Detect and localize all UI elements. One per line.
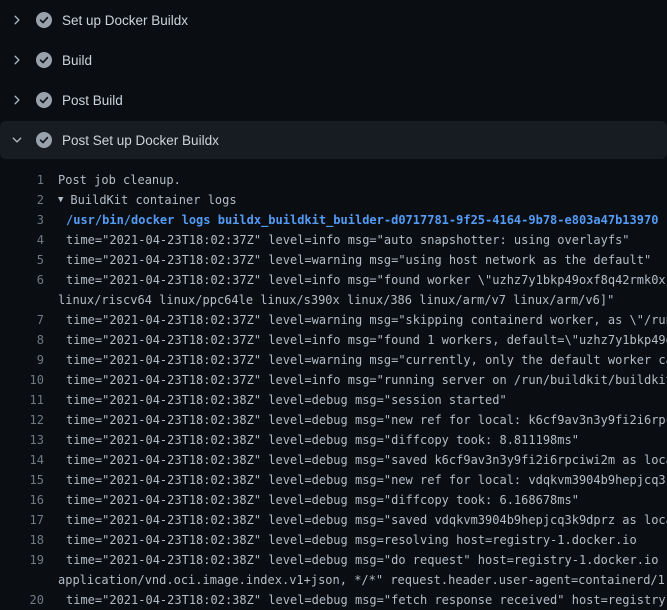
log-line: 7 time="2021-04-23T18:02:37Z" level=warn…	[0, 310, 667, 330]
log-line-text: time="2021-04-23T18:02:38Z" level=debug …	[66, 490, 579, 510]
log-line-number[interactable]: 3	[0, 210, 44, 230]
log-line-number[interactable]: 13	[0, 430, 44, 450]
log-line-text: time="2021-04-23T18:02:38Z" level=debug …	[66, 470, 667, 490]
log-line-text: time="2021-04-23T18:02:37Z" level=info m…	[66, 270, 667, 290]
job-steps-list: Set up Docker Buildx Build Post Build Po…	[0, 0, 667, 159]
log-line: 19 time="2021-04-23T18:02:38Z" level=deb…	[0, 550, 667, 570]
log-line-number[interactable]: 14	[0, 450, 44, 470]
log-line-text: time="2021-04-23T18:02:38Z" level=debug …	[66, 510, 667, 530]
log-command-text: /usr/bin/docker logs buildx_buildkit_bui…	[66, 210, 658, 230]
log-line: 13 time="2021-04-23T18:02:38Z" level=deb…	[0, 430, 667, 450]
log-line-text: time="2021-04-23T18:02:37Z" level=warnin…	[66, 350, 667, 370]
step-label: Build	[62, 53, 92, 68]
log-group-header[interactable]: 2 ▼ BuildKit container logs	[0, 190, 667, 210]
log-line: 18 time="2021-04-23T18:02:38Z" level=deb…	[0, 530, 667, 550]
log-line-number[interactable]: 7	[0, 310, 44, 330]
log-line-number	[0, 570, 44, 590]
step-label: Set up Docker Buildx	[62, 13, 188, 28]
log-line: 17 time="2021-04-23T18:02:38Z" level=deb…	[0, 510, 667, 530]
step-set-up-docker-buildx[interactable]: Set up Docker Buildx	[0, 0, 667, 40]
log-line: 8 time="2021-04-23T18:02:37Z" level=info…	[0, 330, 667, 350]
log-line-number[interactable]: 8	[0, 330, 44, 350]
triangle-down-icon[interactable]: ▼	[58, 190, 63, 210]
log-line-text: time="2021-04-23T18:02:38Z" level=debug …	[66, 590, 667, 610]
step-label: Post Build	[62, 93, 123, 108]
log-line: 9 time="2021-04-23T18:02:37Z" level=warn…	[0, 350, 667, 370]
log-line: 10 time="2021-04-23T18:02:37Z" level=inf…	[0, 370, 667, 390]
log-line-text: time="2021-04-23T18:02:38Z" level=debug …	[66, 410, 667, 430]
log-line-text: time="2021-04-23T18:02:38Z" level=debug …	[66, 390, 507, 410]
log-line-text: time="2021-04-23T18:02:38Z" level=debug …	[66, 450, 667, 470]
log-line-number[interactable]: 10	[0, 370, 44, 390]
log-line-command: 3 /usr/bin/docker logs buildx_buildkit_b…	[0, 210, 667, 230]
log-line-number[interactable]: 6	[0, 270, 44, 290]
log-line-text: time="2021-04-23T18:02:38Z" level=debug …	[66, 550, 667, 570]
log-line-text: time="2021-04-23T18:02:37Z" level=warnin…	[66, 250, 651, 270]
log-line-number	[0, 290, 44, 310]
log-line-number[interactable]: 5	[0, 250, 44, 270]
log-line-text: application/vnd.oci.image.index.v1+json,…	[58, 570, 667, 590]
log-line: 15 time="2021-04-23T18:02:38Z" level=deb…	[0, 470, 667, 490]
log-line: 11 time="2021-04-23T18:02:38Z" level=deb…	[0, 390, 667, 410]
log-line: 4 time="2021-04-23T18:02:37Z" level=info…	[0, 230, 667, 250]
log-line-wrapped: linux/riscv64 linux/ppc64le linux/s390x …	[0, 290, 667, 310]
log-line: 6 time="2021-04-23T18:02:37Z" level=info…	[0, 270, 667, 290]
log-line-number[interactable]: 1	[0, 170, 44, 190]
chevron-down-icon[interactable]	[12, 132, 22, 148]
log-output: 1 Post job cleanup. 2 ▼ BuildKit contain…	[0, 160, 667, 610]
log-line-number[interactable]: 15	[0, 470, 44, 490]
log-line-number[interactable]: 17	[0, 510, 44, 530]
log-line-text: time="2021-04-23T18:02:37Z" level=info m…	[66, 230, 630, 250]
log-line-number[interactable]: 9	[0, 350, 44, 370]
log-line-number[interactable]: 4	[0, 230, 44, 250]
log-line: 16 time="2021-04-23T18:02:38Z" level=deb…	[0, 490, 667, 510]
check-circle-icon	[36, 12, 52, 28]
check-circle-icon	[36, 92, 52, 108]
log-line-text: Post job cleanup.	[58, 170, 181, 190]
log-line: 14 time="2021-04-23T18:02:38Z" level=deb…	[0, 450, 667, 470]
log-line-number[interactable]: 12	[0, 410, 44, 430]
log-line-text: time="2021-04-23T18:02:37Z" level=info m…	[66, 330, 667, 350]
step-build[interactable]: Build	[0, 40, 667, 80]
check-circle-icon	[36, 132, 52, 148]
log-line: 5 time="2021-04-23T18:02:37Z" level=warn…	[0, 250, 667, 270]
log-line: 1 Post job cleanup.	[0, 170, 667, 190]
chevron-right-icon[interactable]	[12, 52, 22, 68]
log-line: 20 time="2021-04-23T18:02:38Z" level=deb…	[0, 590, 667, 610]
log-line-number[interactable]: 18	[0, 530, 44, 550]
log-line-number[interactable]: 16	[0, 490, 44, 510]
log-line-text: time="2021-04-23T18:02:38Z" level=debug …	[66, 430, 579, 450]
log-line-text: time="2021-04-23T18:02:37Z" level=warnin…	[66, 310, 667, 330]
step-post-set-up-docker-buildx[interactable]: Post Set up Docker Buildx	[0, 121, 667, 159]
log-line-number[interactable]: 19	[0, 550, 44, 570]
check-circle-icon	[36, 52, 52, 68]
log-line-number[interactable]: 11	[0, 390, 44, 410]
log-line-text: linux/riscv64 linux/ppc64le linux/s390x …	[58, 290, 614, 310]
log-line: 12 time="2021-04-23T18:02:38Z" level=deb…	[0, 410, 667, 430]
log-line-wrapped: application/vnd.oci.image.index.v1+json,…	[0, 570, 667, 590]
step-post-build[interactable]: Post Build	[0, 80, 667, 120]
log-group-label: BuildKit container logs	[70, 190, 236, 210]
log-line-number[interactable]: 20	[0, 590, 44, 610]
chevron-right-icon[interactable]	[12, 12, 22, 28]
log-line-text: time="2021-04-23T18:02:38Z" level=debug …	[66, 530, 637, 550]
chevron-right-icon[interactable]	[12, 92, 22, 108]
log-line-text: time="2021-04-23T18:02:37Z" level=info m…	[66, 370, 667, 390]
step-label: Post Set up Docker Buildx	[62, 133, 219, 148]
log-line-number[interactable]: 2	[0, 190, 44, 210]
